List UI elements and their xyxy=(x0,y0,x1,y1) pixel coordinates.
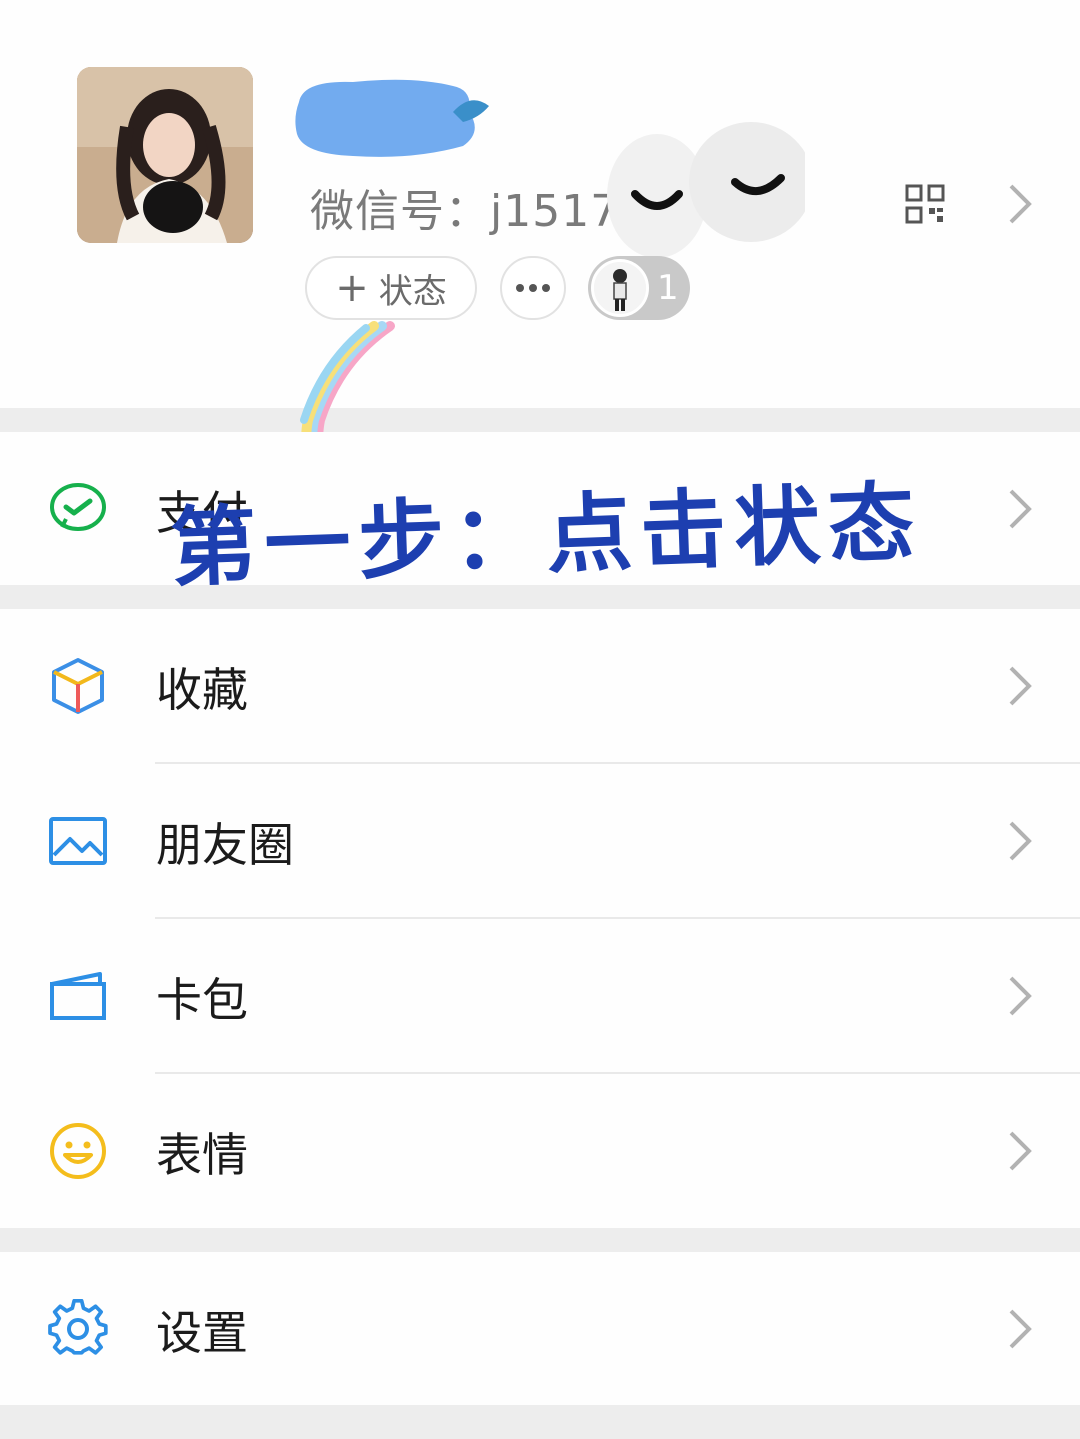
wechat-id-label: 微信号： xyxy=(310,186,490,237)
more-button[interactable] xyxy=(500,256,566,320)
status-button-label: 状态 xyxy=(378,271,447,312)
image-icon xyxy=(49,817,107,865)
friend-status-pill[interactable]: 1 xyxy=(588,256,690,320)
menu-item-cards[interactable]: 卡包 xyxy=(0,919,1080,1074)
menu-item-stickers[interactable]: 表情 xyxy=(0,1074,1080,1229)
friend-avatar xyxy=(591,259,649,317)
chevron-right-icon xyxy=(1009,1131,1032,1171)
smiley-icon xyxy=(50,1123,106,1179)
nickname-redacted xyxy=(295,79,489,157)
avatar[interactable] xyxy=(77,67,253,243)
wechat-pay-icon xyxy=(50,483,106,531)
add-status-button[interactable]: + 状态 xyxy=(305,256,477,320)
qr-code-icon[interactable] xyxy=(905,184,945,224)
wallet-icon xyxy=(50,972,106,1020)
wechat-id: 微信号：j1517 xyxy=(310,175,619,239)
cube-icon xyxy=(52,658,104,714)
friend-status-count: 1 xyxy=(657,268,679,308)
menu-label-stickers: 表情 xyxy=(156,1127,248,1182)
menu-item-moments[interactable]: 朋友圈 xyxy=(0,764,1080,919)
chevron-right-icon xyxy=(1009,489,1032,529)
features-section: 收藏 朋友圈 卡包 表情 xyxy=(0,609,1080,1228)
chevron-right-icon xyxy=(1009,666,1032,706)
handwritten-annotation: 第一步：点击状态 xyxy=(150,445,930,599)
chevron-right-icon xyxy=(1009,821,1032,861)
eyes-sticker xyxy=(607,122,805,258)
chevron-right-icon[interactable] xyxy=(1005,182,1035,226)
annotation-text: 第一步：点击状态 xyxy=(168,471,924,600)
settings-section: 设置 xyxy=(0,1252,1080,1405)
menu-label-settings: 设置 xyxy=(156,1305,248,1360)
chevron-right-icon xyxy=(1009,1309,1032,1349)
ellipsis-icon xyxy=(516,284,550,292)
avatar-photo xyxy=(77,67,253,243)
menu-label-favorites: 收藏 xyxy=(156,662,248,717)
gear-icon xyxy=(48,1299,108,1355)
menu-label-cards: 卡包 xyxy=(156,972,248,1027)
menu-item-settings[interactable]: 设置 xyxy=(0,1252,1080,1405)
chevron-right-icon xyxy=(1009,976,1032,1016)
menu-item-favorites[interactable]: 收藏 xyxy=(0,609,1080,764)
wechat-id-value: j1517 xyxy=(490,186,620,237)
profile-header[interactable]: 微信号：j1517 + 状态 1 xyxy=(0,0,1080,485)
plus-icon: + xyxy=(335,265,369,311)
menu-label-moments: 朋友圈 xyxy=(156,817,294,872)
